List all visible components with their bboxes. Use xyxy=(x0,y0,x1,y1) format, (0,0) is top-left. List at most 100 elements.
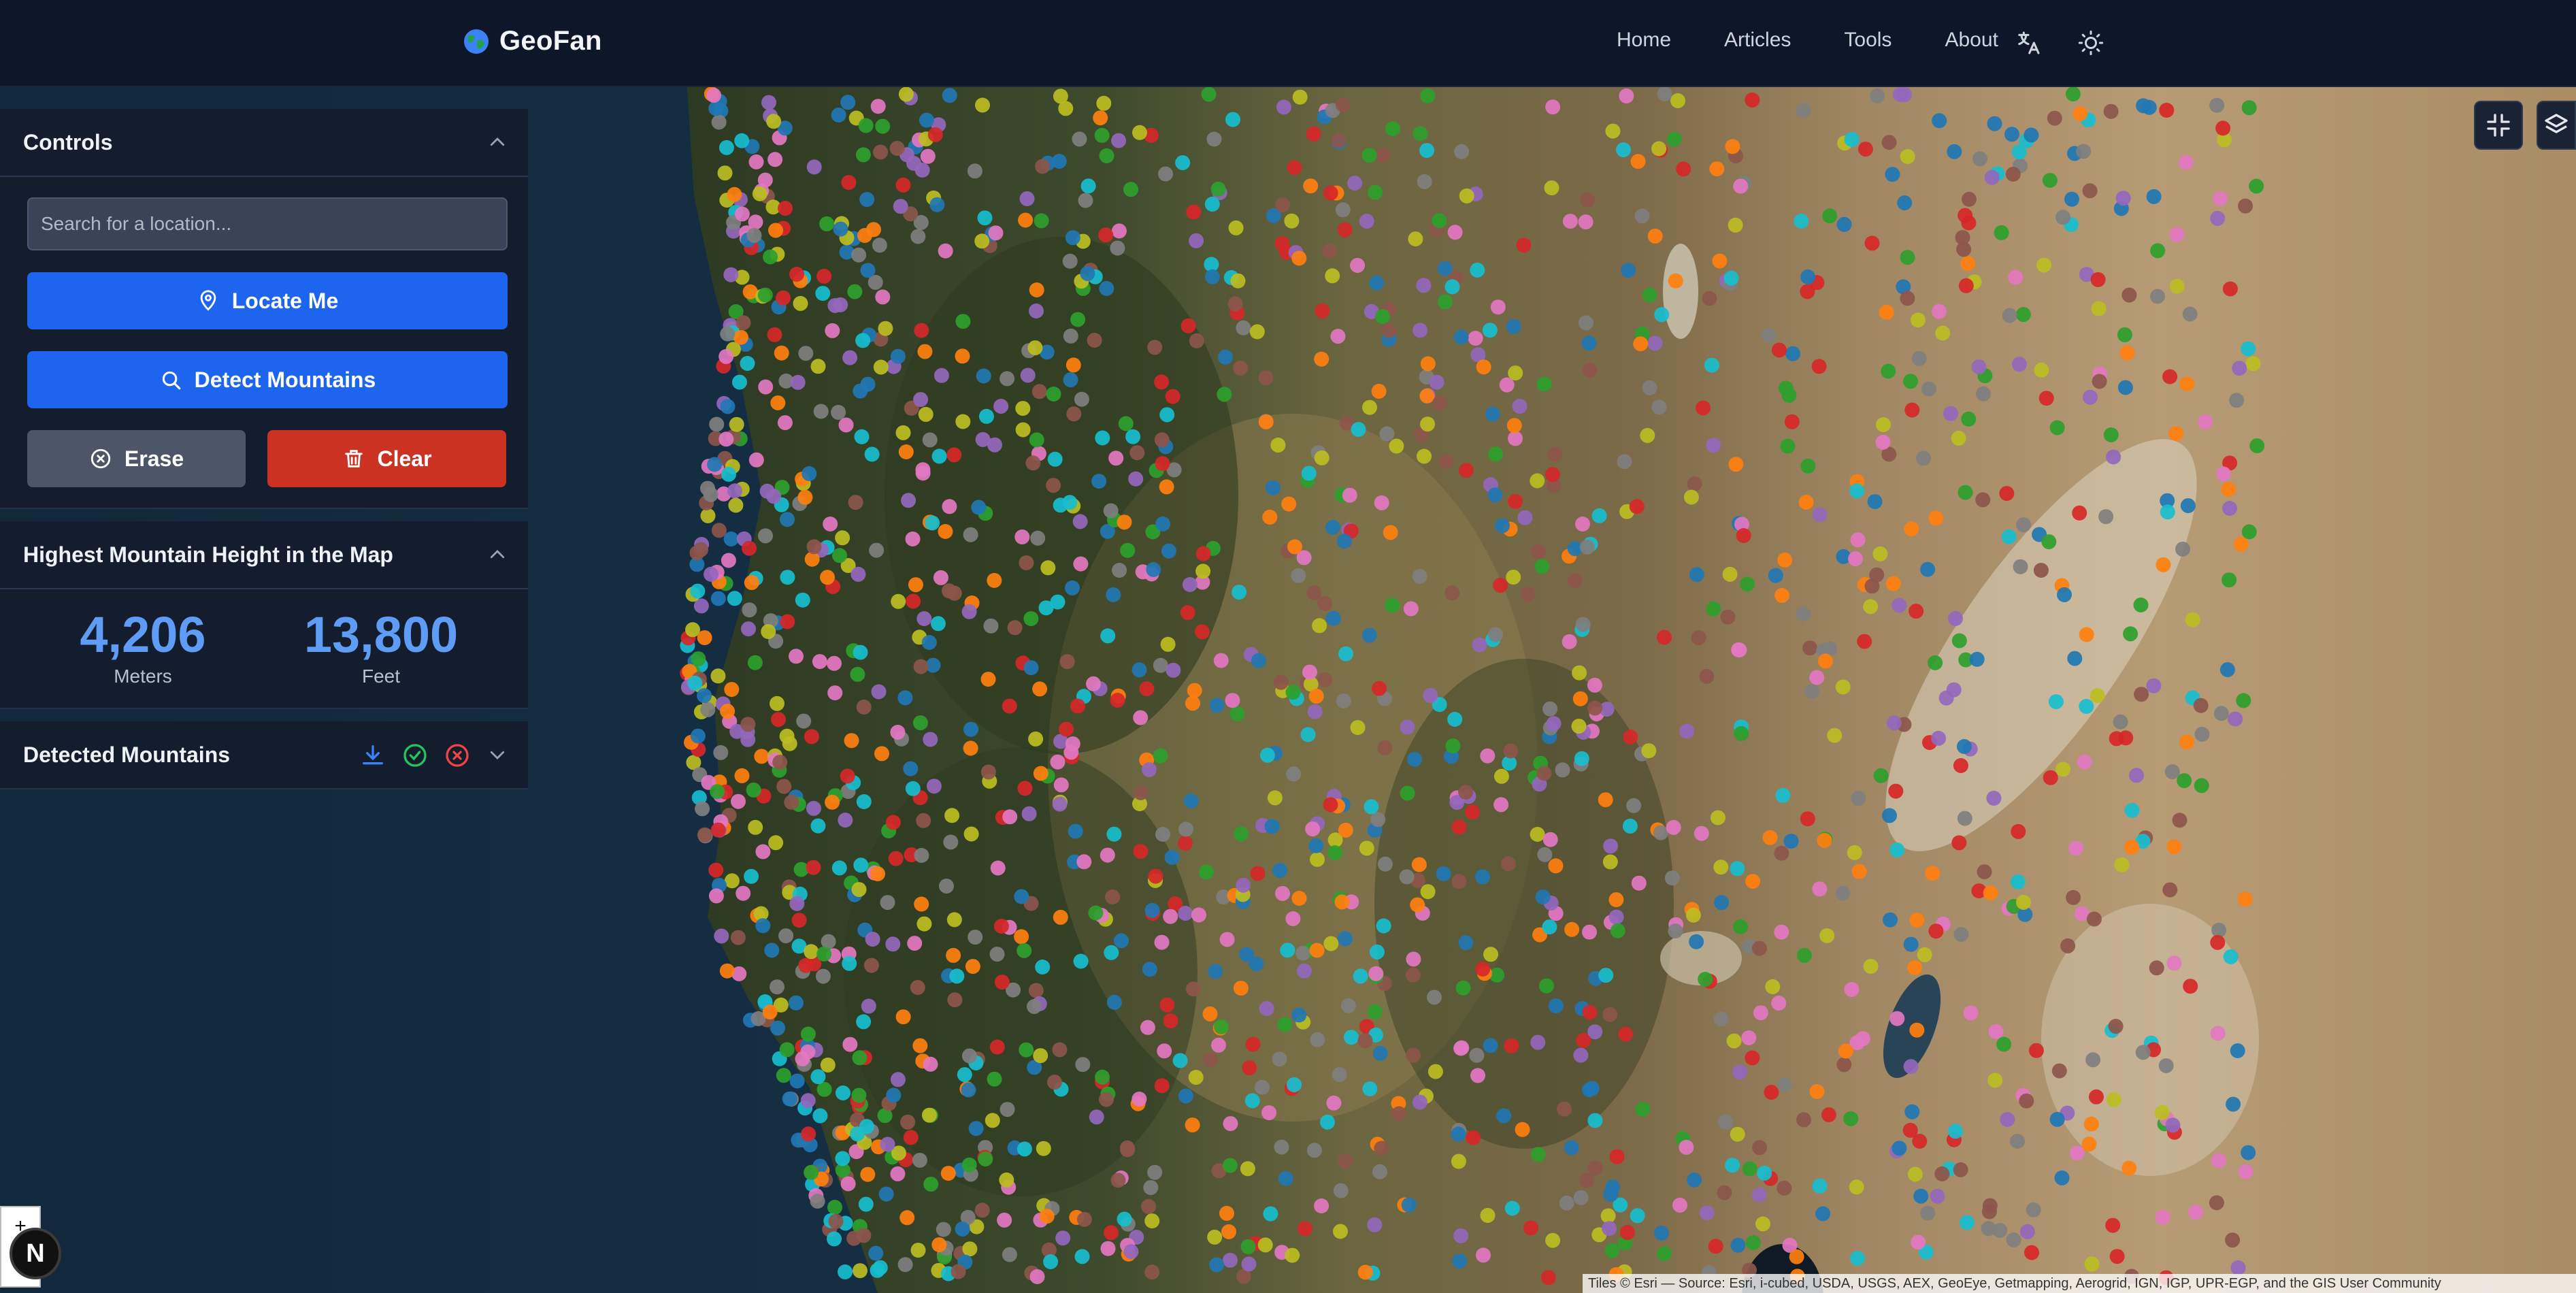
mountain-marker[interactable] xyxy=(840,768,855,784)
mountain-marker[interactable] xyxy=(1139,681,1155,697)
mountain-marker[interactable] xyxy=(823,517,838,531)
mountain-marker[interactable] xyxy=(1322,243,1338,259)
mountain-marker[interactable] xyxy=(1000,371,1015,387)
mountain-marker[interactable] xyxy=(2232,361,2247,376)
mountain-marker[interactable] xyxy=(1575,517,1590,531)
mountain-marker[interactable] xyxy=(1951,430,1966,446)
mountain-marker[interactable] xyxy=(1508,431,1523,446)
mountain-marker[interactable] xyxy=(2154,1104,2170,1120)
mountain-marker[interactable] xyxy=(700,508,716,523)
mountain-marker[interactable] xyxy=(706,88,722,103)
mountain-marker[interactable] xyxy=(1089,1109,1104,1125)
mountain-marker[interactable] xyxy=(1033,1048,1048,1064)
mountain-marker[interactable] xyxy=(2119,345,2135,361)
mountain-marker[interactable] xyxy=(2135,1045,2151,1060)
mountain-marker[interactable] xyxy=(1548,858,1564,874)
mountain-marker[interactable] xyxy=(2089,1089,2104,1104)
mountain-marker[interactable] xyxy=(1635,1102,1651,1117)
mountain-marker[interactable] xyxy=(925,515,940,531)
mountain-marker[interactable] xyxy=(697,827,712,842)
mountain-marker[interactable] xyxy=(1178,821,1193,837)
mountain-marker[interactable] xyxy=(1785,346,1800,361)
mountain-marker[interactable] xyxy=(1685,907,1701,923)
mountain-marker[interactable] xyxy=(1420,88,1436,103)
mountain-marker[interactable] xyxy=(1689,567,1704,583)
mountain-marker[interactable] xyxy=(1239,947,1254,962)
mountain-marker[interactable] xyxy=(856,794,872,809)
mountain-marker[interactable] xyxy=(690,728,706,744)
mountain-marker[interactable] xyxy=(1664,870,1680,886)
mountain-marker[interactable] xyxy=(1120,542,1136,558)
mountain-marker[interactable] xyxy=(1475,962,1491,977)
mountain-marker[interactable] xyxy=(1579,539,1595,555)
mountain-marker[interactable] xyxy=(961,1048,977,1064)
mountain-marker[interactable] xyxy=(1412,1094,1427,1110)
mountain-marker[interactable] xyxy=(1400,719,1415,735)
mountain-marker[interactable] xyxy=(1272,1051,1287,1067)
mountain-marker[interactable] xyxy=(710,784,725,800)
mountain-marker[interactable] xyxy=(1987,1073,2003,1088)
mountain-marker[interactable] xyxy=(1437,294,1453,310)
mountain-marker[interactable] xyxy=(1274,1139,1289,1155)
mountain-marker[interactable] xyxy=(1730,861,1745,877)
x-circle-icon[interactable] xyxy=(444,742,471,769)
mountain-marker[interactable] xyxy=(1308,838,1324,853)
mountain-marker[interactable] xyxy=(2002,308,2017,323)
mountain-marker[interactable] xyxy=(1361,148,1377,163)
layers-icon[interactable] xyxy=(2537,101,2576,150)
mountain-marker[interactable] xyxy=(2179,734,2194,750)
mountain-marker[interactable] xyxy=(1175,155,1191,171)
mountain-marker[interactable] xyxy=(2108,1019,2124,1034)
mountain-marker[interactable] xyxy=(703,487,719,502)
mountain-marker[interactable] xyxy=(812,1108,828,1124)
mountain-marker[interactable] xyxy=(1817,832,1832,848)
mountain-marker[interactable] xyxy=(1600,1208,1616,1224)
mountain-marker[interactable] xyxy=(728,497,744,513)
mountain-marker[interactable] xyxy=(2241,524,2257,540)
mountain-marker[interactable] xyxy=(768,223,783,238)
mountain-marker[interactable] xyxy=(1032,681,1048,697)
check-circle-icon[interactable] xyxy=(401,742,429,769)
mountain-marker[interactable] xyxy=(931,1237,947,1253)
mountain-marker[interactable] xyxy=(1708,1239,1723,1254)
mountain-marker[interactable] xyxy=(827,685,843,701)
mountain-marker[interactable] xyxy=(1445,738,1461,754)
mountain-marker[interactable] xyxy=(1420,356,1436,372)
mountain-marker[interactable] xyxy=(913,392,929,408)
mountain-marker[interactable] xyxy=(1618,1026,1634,1042)
mountain-marker[interactable] xyxy=(1342,487,1357,503)
mountain-marker[interactable] xyxy=(1732,642,1747,658)
mountain-marker[interactable] xyxy=(1699,668,1715,684)
mountain-marker[interactable] xyxy=(2103,427,2119,442)
mountain-marker[interactable] xyxy=(903,1130,919,1145)
mountain-marker[interactable] xyxy=(1218,349,1233,365)
mountain-marker[interactable] xyxy=(1144,902,1160,918)
mountain-marker[interactable] xyxy=(1482,323,1498,338)
download-icon[interactable] xyxy=(359,742,386,769)
mountain-marker[interactable] xyxy=(914,896,929,912)
mountain-marker[interactable] xyxy=(2222,501,2237,516)
mountain-marker[interactable] xyxy=(1147,340,1163,355)
mountain-marker[interactable] xyxy=(1047,451,1063,467)
mountain-marker[interactable] xyxy=(1925,866,1941,881)
mountain-marker[interactable] xyxy=(1920,561,1936,577)
mountain-marker[interactable] xyxy=(812,654,827,670)
mountain-marker[interactable] xyxy=(1189,233,1204,248)
mountain-marker[interactable] xyxy=(1070,312,1086,327)
mountain-marker[interactable] xyxy=(2077,754,2092,770)
mountain-marker[interactable] xyxy=(1165,389,1180,404)
mountain-marker[interactable] xyxy=(1183,793,1199,808)
mountain-marker[interactable] xyxy=(1108,451,1124,466)
mountain-marker[interactable] xyxy=(1095,430,1110,446)
mountain-marker[interactable] xyxy=(951,1264,966,1279)
mountain-marker[interactable] xyxy=(1350,258,1366,273)
mountain-marker[interactable] xyxy=(697,688,712,704)
mountain-marker[interactable] xyxy=(827,1231,842,1247)
mountain-marker[interactable] xyxy=(1897,195,1913,211)
mountain-marker[interactable] xyxy=(978,408,994,424)
mountain-marker[interactable] xyxy=(1163,909,1178,924)
controls-header[interactable]: Controls xyxy=(0,109,528,177)
mountain-marker[interactable] xyxy=(752,186,767,201)
mountain-marker[interactable] xyxy=(740,717,756,732)
mountain-marker[interactable] xyxy=(923,732,938,747)
